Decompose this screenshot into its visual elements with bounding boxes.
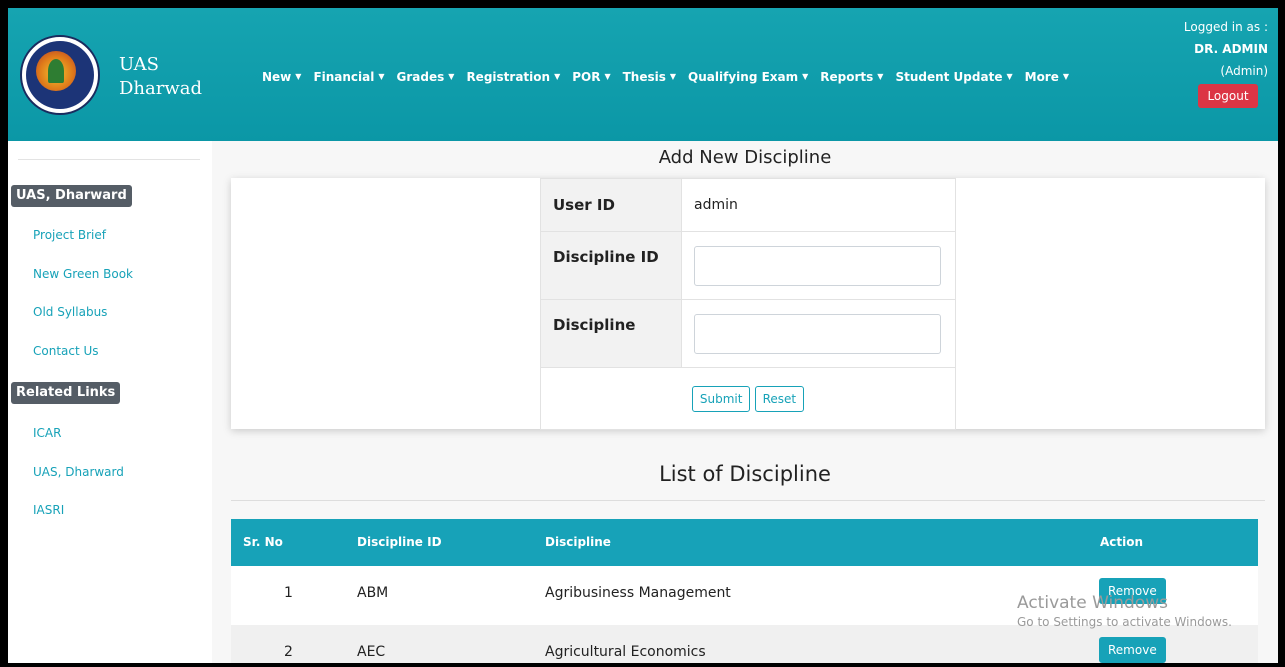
sidebar-link-project-brief[interactable]: Project Brief: [33, 228, 106, 242]
discipline-id-label: Discipline ID: [540, 231, 682, 300]
menu-more-label: More: [1024, 70, 1059, 84]
top-navbar: UAS Dharwad New ▼ Financial ▼ Grades ▼ Regi…: [8, 8, 1278, 141]
university-logo[interactable]: [20, 35, 100, 115]
menu-grades[interactable]: Grades ▼: [391, 70, 461, 84]
menu-reports-label: Reports: [820, 70, 874, 84]
menu-qualifying-exam[interactable]: Qualifying Exam ▼: [682, 70, 814, 84]
menu-student-update-label: Student Update: [895, 70, 1003, 84]
menu-por-label: POR: [572, 70, 601, 84]
menu-registration[interactable]: Registration ▼: [460, 70, 566, 84]
brand-line-2: Dharwad: [119, 78, 203, 99]
menu-registration-label: Registration: [466, 70, 551, 84]
menu-por[interactable]: POR ▼: [566, 70, 616, 84]
menu-more[interactable]: More ▼: [1019, 70, 1075, 84]
sidebar-link-old-syllabus[interactable]: Old Syllabus: [33, 305, 107, 319]
logged-in-label: Logged in as :: [1183, 20, 1268, 34]
menu-financial-label: Financial: [313, 70, 375, 84]
sidebar-heading-related-links: Related Links: [11, 382, 121, 404]
list-title: List of Discipline: [659, 462, 831, 486]
submit-button[interactable]: Submit: [691, 385, 751, 412]
sidebar-link-icar[interactable]: ICAR: [33, 426, 61, 440]
logo-leaf-icon: [48, 59, 64, 83]
caret-down-icon: ▼: [802, 72, 809, 81]
brand-name[interactable]: UAS Dharwad: [119, 53, 202, 101]
menu-grades-label: Grades: [396, 70, 445, 84]
user-role: (Admin): [1220, 64, 1268, 78]
form-row-user-id: User ID admin: [540, 178, 956, 232]
menu-new[interactable]: New ▼: [256, 70, 307, 84]
col-action: Action: [1100, 535, 1144, 549]
main-content: Add New Discipline User ID admin Discipl…: [212, 141, 1278, 663]
user-info: Logged in as : DR. ADMIN (Admin) Logout: [1158, 16, 1268, 108]
menu-thesis[interactable]: Thesis ▼: [617, 70, 682, 84]
cell-sr-no: 1: [284, 585, 293, 601]
watermark-line-1: Activate Windows: [1017, 593, 1168, 613]
logout-button[interactable]: Logout: [1198, 84, 1258, 108]
cell-discipline: Agricultural Economics: [545, 644, 706, 660]
form-row-discipline: Discipline: [540, 299, 956, 368]
caret-down-icon: ▼: [1006, 72, 1013, 81]
discipline-cell: [681, 299, 956, 368]
activate-windows-watermark: Activate Windows Go to Settings to activ…: [1017, 593, 1232, 629]
caret-down-icon: ▼: [604, 72, 611, 81]
brand-line-1: UAS: [119, 54, 159, 75]
form-row-actions: Submit Reset: [540, 367, 956, 430]
cell-discipline-id: ABM: [357, 585, 389, 601]
sidebar-divider: [18, 159, 200, 160]
form-title: Add New Discipline: [658, 147, 832, 168]
menu-reports[interactable]: Reports ▼: [814, 70, 889, 84]
caret-down-icon: ▼: [295, 72, 302, 81]
sidebar-link-uas-dharward[interactable]: UAS, Dharward: [33, 465, 124, 479]
discipline-id-cell: [681, 231, 956, 300]
table-row: 2 AEC Agricultural Economics Remove: [231, 625, 1258, 663]
sidebar: UAS, Dharward Project Brief New Green Bo…: [8, 141, 212, 663]
sidebar-link-iasri[interactable]: IASRI: [33, 503, 64, 517]
menu-new-label: New: [262, 70, 292, 84]
user-name: DR. ADMIN: [1194, 42, 1268, 56]
sidebar-heading-uas: UAS, Dharward: [11, 185, 132, 207]
add-discipline-card: User ID admin Discipline ID Discipline S…: [231, 178, 1265, 430]
user-id-value: admin: [681, 178, 956, 232]
menu-financial[interactable]: Financial ▼: [307, 70, 390, 84]
discipline-id-input[interactable]: [694, 245, 941, 286]
user-id-label: User ID: [540, 178, 682, 232]
caret-down-icon: ▼: [669, 72, 677, 81]
watermark-line-2: Go to Settings to activate Windows.: [1017, 615, 1232, 629]
caret-down-icon: ▼: [554, 72, 561, 81]
discipline-label: Discipline: [540, 299, 682, 368]
list-divider: [231, 500, 1265, 501]
form-actions: Submit Reset: [540, 367, 956, 430]
caret-down-icon: ▼: [448, 72, 455, 81]
app-window: UAS Dharwad New ▼ Financial ▼ Grades ▼ Regi…: [8, 8, 1278, 663]
cell-discipline-id: AEC: [357, 644, 386, 660]
table-header: Sr. No Discipline ID Discipline Action: [231, 519, 1258, 566]
add-discipline-form: User ID admin Discipline ID Discipline S…: [540, 178, 956, 430]
col-sr-no: Sr. No: [243, 535, 283, 549]
menu-qualifying-exam-label: Qualifying Exam: [688, 70, 799, 84]
cell-sr-no: 2: [284, 644, 293, 660]
col-discipline-id: Discipline ID: [357, 535, 442, 549]
remove-button[interactable]: Remove: [1099, 637, 1166, 663]
col-discipline: Discipline: [545, 535, 611, 549]
cell-discipline: Agribusiness Management: [545, 585, 731, 601]
reset-button[interactable]: Reset: [754, 385, 805, 412]
main-menu: New ▼ Financial ▼ Grades ▼ Registration ▼ PO…: [256, 70, 1075, 84]
sidebar-link-new-green-book[interactable]: New Green Book: [33, 267, 133, 281]
caret-down-icon: ▼: [378, 72, 385, 81]
form-row-discipline-id: Discipline ID: [540, 231, 956, 300]
sidebar-link-contact-us[interactable]: Contact Us: [33, 344, 99, 358]
caret-down-icon: ▼: [1062, 72, 1070, 81]
discipline-input[interactable]: [694, 313, 941, 354]
menu-thesis-label: Thesis: [622, 70, 666, 84]
menu-student-update[interactable]: Student Update ▼: [889, 70, 1018, 84]
caret-down-icon: ▼: [877, 72, 884, 81]
